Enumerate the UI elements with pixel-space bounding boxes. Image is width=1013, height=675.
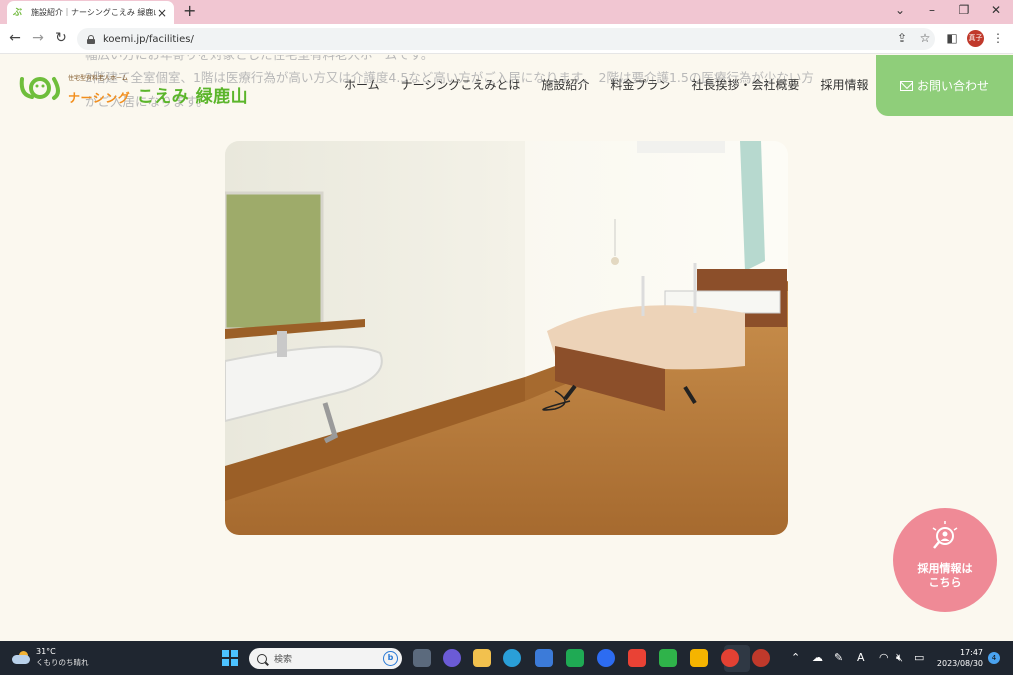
forward-button[interactable]: → bbox=[30, 30, 46, 46]
close-window-button[interactable]: ✕ bbox=[986, 3, 1006, 17]
mail-icon bbox=[899, 80, 913, 91]
google-drive-icon[interactable] bbox=[690, 649, 708, 667]
reload-button[interactable]: ↻ bbox=[53, 30, 69, 46]
notification-badge[interactable]: 4 bbox=[988, 652, 1000, 664]
zoom-icon[interactable] bbox=[597, 649, 615, 667]
show-hidden-icons-chevron-icon[interactable]: ⌃ bbox=[791, 651, 800, 664]
start-button[interactable] bbox=[222, 650, 238, 666]
new-tab-button[interactable]: + bbox=[183, 3, 196, 19]
chrome-profile-icon[interactable] bbox=[752, 649, 770, 667]
nav-item-recruit[interactable]: 採用情報 bbox=[820, 77, 868, 93]
browser-toolbar: ← → ↻ koemi.jp/facilities/ ⇪ ☆ ◧ 真子 ⋮ bbox=[0, 24, 1013, 54]
google-chat-icon[interactable] bbox=[566, 649, 584, 667]
clock-date: 2023/08/30 bbox=[936, 659, 983, 668]
tab-title: 施設紹介｜ナーシングこえみ 緑鹿山｜名古 bbox=[31, 8, 156, 17]
room-photo bbox=[225, 141, 788, 535]
site-logo[interactable]: 住宅型有料老人ホーム ナーシング こえみ 緑鹿山 bbox=[18, 70, 248, 107]
contact-button[interactable]: お問い合わせ bbox=[876, 55, 1013, 116]
web-page: 幅広い方にお年寄りを対象とした住宅型有料老人ホームです。 2階建て全室個室、1階… bbox=[0, 55, 1013, 641]
nav-item-about[interactable]: ナーシングこえみとは bbox=[401, 77, 521, 93]
taskbar-clock[interactable]: 17:47 2023/08/30 bbox=[935, 647, 983, 669]
minimize-button[interactable]: – bbox=[922, 3, 942, 17]
taskbar-search-box[interactable]: 検索 b bbox=[249, 648, 402, 669]
windows-taskbar: 31°C くもりのち晴れ 検索 b ⌃ ☁ ✎ A ◠ 🔇︎ ▭ 17:47 2… bbox=[0, 641, 1013, 675]
nav-item-facilities[interactable]: 施設紹介 bbox=[541, 77, 589, 93]
weather-widget[interactable]: 31°C くもりのち晴れ bbox=[12, 647, 89, 668]
main-nav: ホーム ナーシングこえみとは 施設紹介 料金プラン 社長挨拶・会社概要 採用情報 bbox=[344, 77, 889, 93]
search-icon bbox=[257, 653, 267, 664]
bing-icon[interactable]: b bbox=[383, 651, 398, 666]
lock-icon[interactable] bbox=[87, 34, 95, 44]
tab-search-chevron-icon[interactable]: ⌄ bbox=[890, 3, 910, 17]
logo-subtitle: 住宅型有料老人ホーム bbox=[68, 75, 128, 82]
address-bar[interactable]: koemi.jp/facilities/ bbox=[77, 28, 935, 50]
partly-cloudy-icon bbox=[12, 651, 32, 665]
back-button[interactable]: ← bbox=[7, 30, 23, 46]
nav-item-home[interactable]: ホーム bbox=[344, 77, 380, 93]
nav-item-company[interactable]: 社長挨拶・会社概要 bbox=[691, 77, 799, 93]
chrome-icon[interactable] bbox=[721, 649, 739, 667]
browser-tab[interactable]: ぶ 施設紹介｜ナーシングこえみ 緑鹿山｜名古 × bbox=[7, 1, 174, 24]
contact-button-label: お問い合わせ bbox=[916, 79, 989, 93]
recruit-magnifier-icon bbox=[932, 521, 958, 549]
profile-avatar[interactable]: 真子 bbox=[967, 30, 984, 47]
windows-logo-icon bbox=[222, 650, 229, 657]
nav-item-pricing[interactable]: 料金プラン bbox=[610, 77, 670, 93]
url-text[interactable]: koemi.jp/facilities/ bbox=[103, 34, 194, 45]
clock-time: 17:47 bbox=[959, 648, 983, 657]
side-panel-icon[interactable]: ◧ bbox=[945, 31, 959, 45]
cj-app-icon[interactable] bbox=[659, 649, 677, 667]
weather-description: くもりのち晴れ bbox=[36, 658, 89, 667]
teams-chat-icon[interactable] bbox=[443, 649, 461, 667]
site-header: 住宅型有料老人ホーム ナーシング こえみ 緑鹿山 ホーム ナーシングこえみとは … bbox=[0, 55, 1013, 117]
logo-mark-icon bbox=[19, 77, 60, 100]
ime-icon[interactable]: A bbox=[857, 651, 865, 664]
task-view-icon[interactable] bbox=[413, 649, 431, 667]
bookmark-star-icon[interactable]: ☆ bbox=[918, 31, 932, 45]
speaker-muted-icon[interactable]: 🔇︎ bbox=[896, 651, 903, 664]
onedrive-icon[interactable]: ☁ bbox=[812, 651, 823, 664]
file-explorer-icon[interactable] bbox=[473, 649, 491, 667]
restore-button[interactable]: ❐ bbox=[954, 3, 974, 17]
logo-title: ナーシング こえみ 緑鹿山 bbox=[68, 87, 249, 107]
share-icon[interactable]: ⇪ bbox=[895, 31, 909, 45]
tab-close-icon[interactable]: × bbox=[156, 7, 168, 19]
recruit-badge-button[interactable]: 採用情報は こちら bbox=[893, 508, 997, 612]
edge-icon[interactable] bbox=[503, 649, 521, 667]
browser-tab-strip: ぶ 施設紹介｜ナーシングこえみ 緑鹿山｜名古 × + ⌄ – ❐ ✕ bbox=[0, 0, 1013, 24]
site-favicon-icon: ぶ bbox=[13, 7, 23, 18]
gmail-icon[interactable] bbox=[628, 649, 646, 667]
battery-icon[interactable]: ▭ bbox=[914, 651, 924, 664]
browser-menu-icon[interactable]: ⋮ bbox=[991, 31, 1005, 45]
search-placeholder: 検索 bbox=[274, 655, 293, 665]
recruit-badge-label: 採用情報は こちら bbox=[917, 562, 973, 589]
microsoft-store-icon[interactable] bbox=[535, 649, 553, 667]
weather-temperature: 31°C bbox=[36, 647, 56, 656]
wifi-icon[interactable]: ◠ bbox=[879, 651, 889, 664]
pen-icon[interactable]: ✎ bbox=[834, 651, 843, 664]
